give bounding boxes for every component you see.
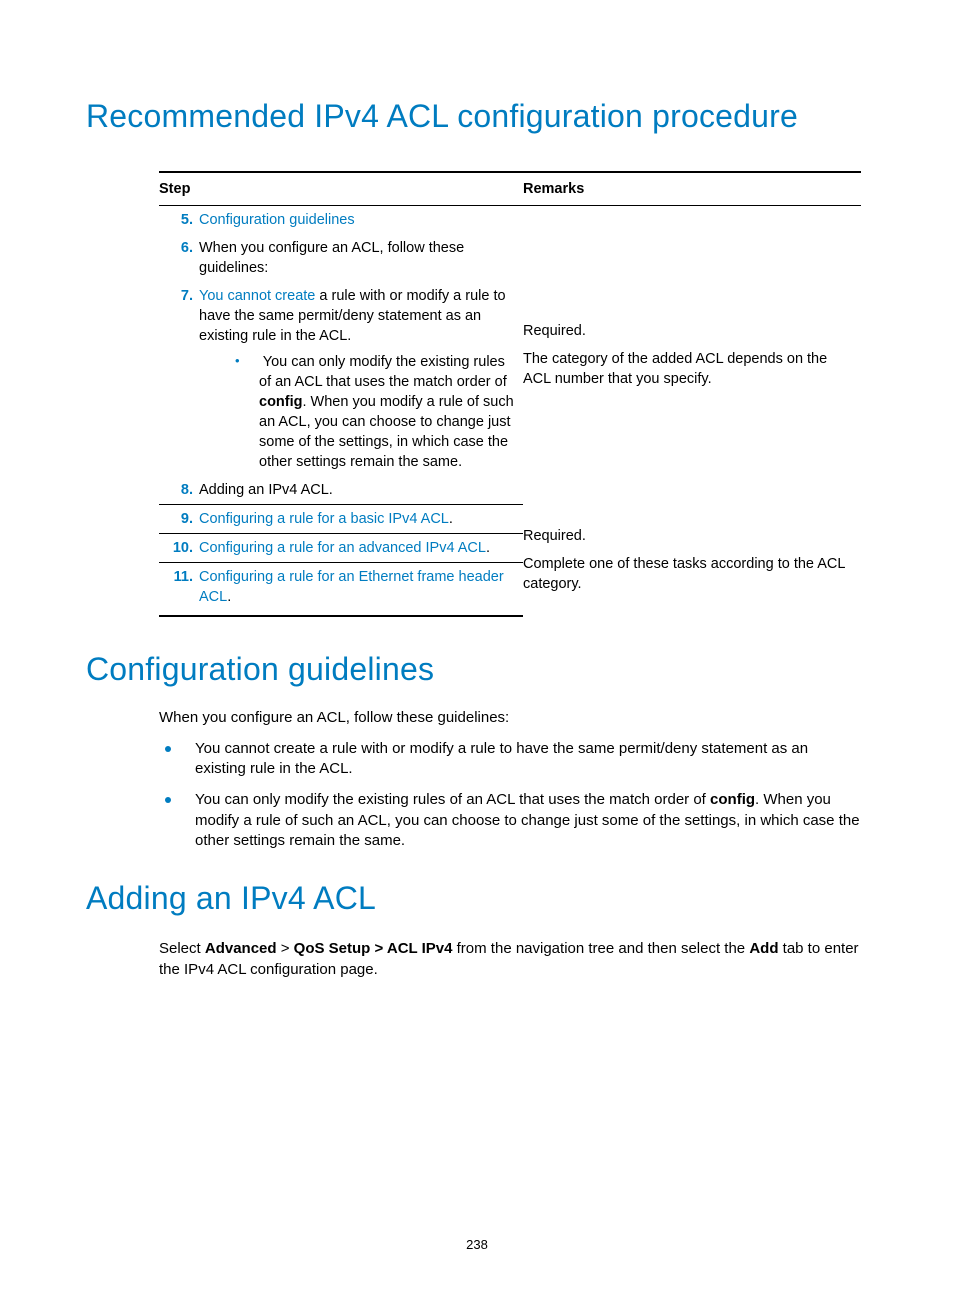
text: Select xyxy=(159,940,205,957)
step-number: 6. xyxy=(181,240,193,256)
nav-qos-acl: QoS Setup > ACL IPv4 xyxy=(294,940,453,957)
list-item: You can only modify the existing rules o… xyxy=(195,790,861,852)
heading-recommended-procedure: Recommended IPv4 ACL configuration proce… xyxy=(86,98,868,135)
step-link-advanced-rule[interactable]: Configuring a rule for an advanced IPv4 … xyxy=(199,540,486,556)
step-number: 8. xyxy=(181,482,193,498)
adding-paragraph: Select Advanced > QoS Setup > ACL IPv4 f… xyxy=(159,939,861,980)
table-header-remarks: Remarks xyxy=(523,172,861,206)
remarks-required: Required. xyxy=(523,526,855,546)
step-link-basic-rule[interactable]: Configuring a rule for a basic IPv4 ACL xyxy=(199,511,449,527)
step-number: 10. xyxy=(173,540,193,556)
step-dot: . xyxy=(449,511,453,527)
heading-config-guidelines: Configuration guidelines xyxy=(86,651,868,688)
guideline-text: You cannot create a rule with or modify … xyxy=(195,740,808,778)
step-dot: . xyxy=(486,540,490,556)
bullet-text: You can only modify the existing rules o… xyxy=(259,354,507,390)
table-row: 9. Configuring a rule for a basic IPv4 A… xyxy=(159,505,861,534)
step-link-ethernet-rule[interactable]: Configuring a rule for an Ethernet frame… xyxy=(199,569,504,605)
step-link-cannot-create[interactable]: You cannot create xyxy=(199,288,315,304)
table-row: 5. Configuration guidelines Required. Th… xyxy=(159,206,861,235)
text: from the navigation tree and then select… xyxy=(452,940,749,957)
step-number: 7. xyxy=(181,288,193,304)
step-number: 11. xyxy=(174,569,193,585)
remarks-category: The category of the added ACL depends on… xyxy=(523,349,855,389)
page-number: 238 xyxy=(0,1237,954,1252)
guideline-text: You can only modify the existing rules o… xyxy=(195,791,710,808)
text: > xyxy=(277,940,294,957)
remarks-required: Required. xyxy=(523,321,855,341)
guideline-bold: config xyxy=(710,791,755,808)
step-number: 5. xyxy=(181,212,193,228)
list-item: You can only modify the existing rules o… xyxy=(259,352,517,472)
bullet-bold: config xyxy=(259,394,303,410)
step-dot: . xyxy=(227,589,231,605)
nav-advanced: Advanced xyxy=(205,940,277,957)
step-number: 9. xyxy=(181,511,193,527)
tab-add: Add xyxy=(749,940,778,957)
step-text: When you configure an ACL, follow these … xyxy=(199,234,523,282)
remarks-complete-one: Complete one of these tasks according to… xyxy=(523,554,855,594)
procedure-table: Step Remarks 5. Configuration guidelines… xyxy=(159,171,861,617)
step-link-config-guidelines[interactable]: Configuration guidelines xyxy=(199,212,355,228)
guidelines-intro: When you configure an ACL, follow these … xyxy=(159,708,861,729)
heading-adding-acl: Adding an IPv4 ACL xyxy=(86,880,868,917)
step-text: Adding an IPv4 ACL. xyxy=(199,476,523,505)
list-item: You cannot create a rule with or modify … xyxy=(195,739,861,780)
table-header-step: Step xyxy=(159,172,523,206)
